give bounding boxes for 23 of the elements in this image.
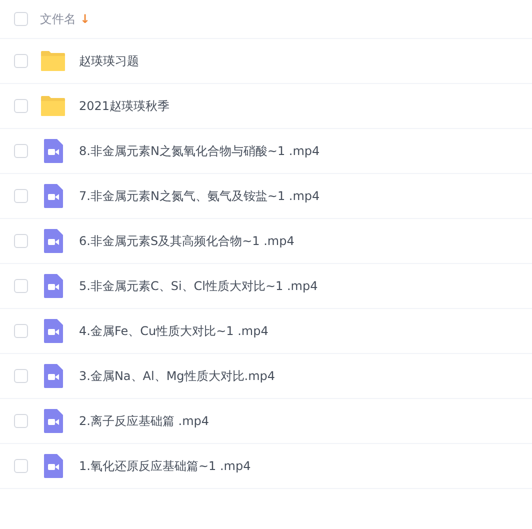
file-name[interactable]: 4.金属Fe、Cu性质大对比~1 .mp4: [79, 322, 268, 340]
folder-icon: [40, 48, 66, 74]
file-name[interactable]: 1.氧化还原反应基础篇~1 .mp4: [79, 458, 251, 474]
checkbox[interactable]: [14, 324, 28, 338]
file-name[interactable]: 8.非金属元素N之氮氧化合物与硝酸~1 .mp4: [79, 142, 320, 160]
file-name[interactable]: 7.非金属元素N之氮气、氨气及铵盐~1 .mp4: [79, 188, 320, 204]
file-name[interactable]: 2021赵瑛瑛秋季: [79, 98, 170, 114]
checkbox[interactable]: [14, 144, 28, 158]
checkbox[interactable]: [14, 369, 28, 383]
file-name[interactable]: 6.非金属元素S及其高频化合物~1 .mp4: [79, 232, 294, 250]
checkbox[interactable]: [14, 414, 28, 428]
checkbox[interactable]: [14, 279, 28, 293]
checkbox[interactable]: [14, 12, 28, 26]
checkbox[interactable]: [14, 189, 28, 203]
checkbox[interactable]: [14, 54, 28, 68]
file-name[interactable]: 3.金属Na、Al、Mg性质大对比.mp4: [79, 368, 276, 384]
file-name[interactable]: 2.离子反应基础篇 .mp4: [79, 412, 210, 430]
file-name[interactable]: 5.非金属元素C、Si、Cl性质大对比~1 .mp4: [79, 278, 318, 294]
checkbox[interactable]: [14, 459, 28, 473]
checkbox[interactable]: [14, 234, 28, 248]
checkbox[interactable]: [14, 99, 28, 113]
folder-icon: [40, 93, 66, 119]
file-name[interactable]: 赵瑛瑛习题: [79, 52, 139, 70]
